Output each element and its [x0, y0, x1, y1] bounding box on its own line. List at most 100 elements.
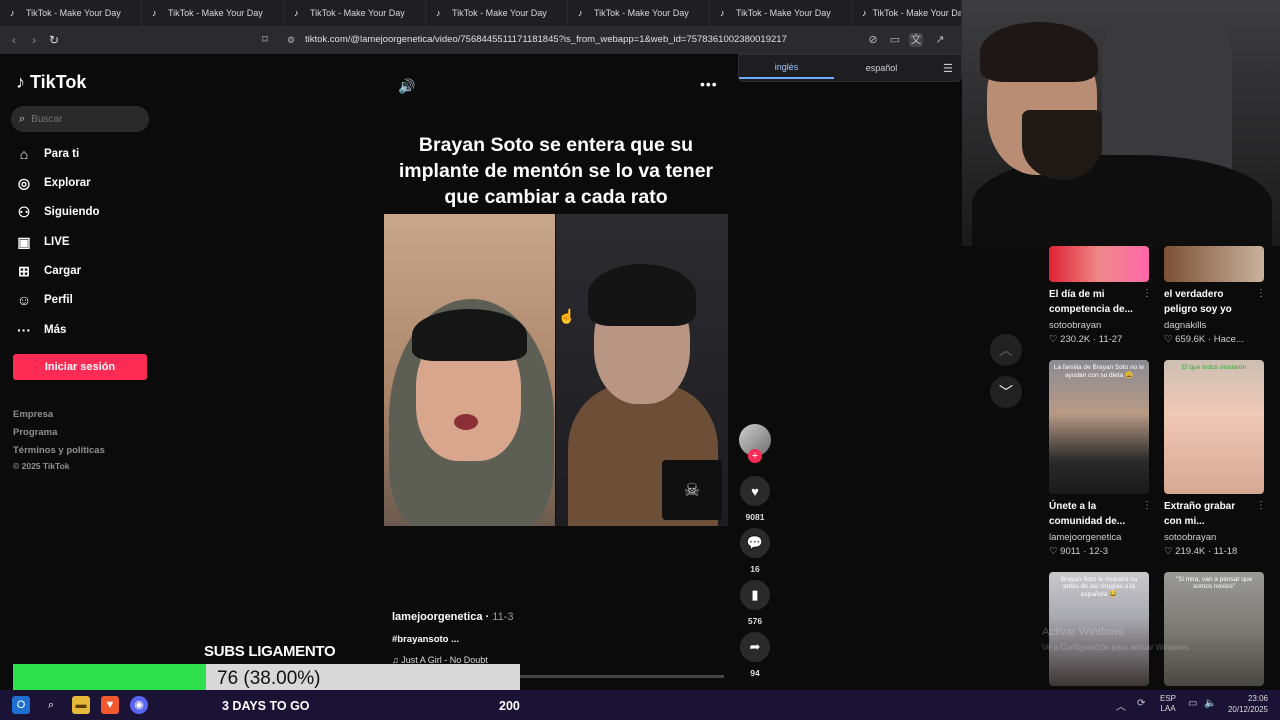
kebab-menu-icon[interactable]: ⋮	[1142, 288, 1152, 299]
back-icon[interactable]: ‹	[4, 30, 24, 50]
title-line: el verdadero	[1164, 289, 1224, 300]
sidebar-item-perfil[interactable]: ☺ Perfil	[16, 292, 73, 308]
reload-icon[interactable]: ↻	[44, 30, 64, 50]
login-button[interactable]: Iniciar sesión	[13, 354, 147, 380]
forward-icon[interactable]: ›	[24, 30, 44, 50]
browser-tab[interactable]: ♪ TikTok - Make Your Day	[142, 0, 284, 26]
bookmark-icon[interactable]: ⌑	[258, 33, 272, 47]
menu-icon[interactable]: ☰	[943, 62, 953, 75]
recommended-user[interactable]: dagnakills	[1164, 320, 1206, 331]
recommended-thumbnail[interactable]: El que todos olvidaron	[1164, 360, 1264, 494]
recommended-user[interactable]: sotoobrayan	[1049, 320, 1101, 331]
tracking-icon[interactable]: ⊘	[866, 33, 880, 47]
sidebar-item-explorar[interactable]: ◎ Explorar	[16, 175, 91, 191]
tab-title: TikTok - Make Your Day	[872, 8, 962, 18]
recommended-title[interactable]: El día de mi competencia de...	[1049, 287, 1153, 317]
video-author[interactable]: lamejoorgenetica · 11-3	[392, 611, 513, 623]
sidebar-item-live[interactable]: ▣ LIVE	[16, 234, 69, 250]
like-count: 9081	[745, 512, 765, 522]
search-icon[interactable]: ⌕	[42, 696, 60, 714]
chevron-down-icon: ﹀	[999, 384, 1013, 400]
video-player[interactable]: ☠	[384, 214, 728, 526]
footer-link-terms[interactable]: Términos y políticas	[13, 445, 105, 456]
sidebar-item-label: Cargar	[44, 265, 82, 277]
sidebar-item-label: Para ti	[44, 148, 80, 160]
sync-icon[interactable]: ⟳	[1137, 698, 1145, 709]
translate-option-english[interactable]: inglés	[739, 57, 834, 79]
video-hashtag[interactable]: #brayansoto ...	[392, 634, 459, 645]
translate-option-spanish[interactable]: español	[834, 58, 929, 78]
more-options-icon[interactable]: •••	[700, 76, 718, 92]
browser-tab[interactable]: ♪ TikTok - Make Your Day	[426, 0, 568, 26]
recommended-thumbnail[interactable]: "Si mira, van a pensar que somos novios"	[1164, 572, 1264, 686]
thumbnail-caption: Brayan Soto le muestra su antes de las c…	[1060, 576, 1138, 598]
video-frame-left	[384, 214, 555, 526]
sidebar-item-siguiendo[interactable]: ⚇ Siguiendo	[16, 204, 100, 220]
recommended-thumbnail[interactable]	[1049, 246, 1149, 282]
outlook-icon[interactable]: O	[12, 696, 30, 714]
tiktok-logo[interactable]: ♪ TikTok	[16, 72, 86, 93]
sidebar-item-cargar[interactable]: ⊞ Cargar	[16, 263, 81, 279]
like-count: 9011	[1060, 546, 1081, 557]
video-date: 11-27	[1098, 334, 1123, 345]
video-date: 11-18	[1213, 546, 1238, 557]
recommended-title[interactable]: el verdadero peligro soy yo	[1164, 287, 1268, 317]
monitor-icon[interactable]: ▭	[1188, 698, 1197, 709]
save-count: 576	[747, 616, 763, 626]
share-icon[interactable]: ↗	[933, 33, 947, 47]
recommended-title[interactable]: Únete a la comunidad de...	[1049, 499, 1153, 529]
brave-icon[interactable]: ▼	[101, 696, 119, 714]
speaker-icon[interactable]: 🔈	[1204, 698, 1216, 709]
input-language[interactable]: ESP LAA	[1160, 694, 1176, 714]
sidebar-item-label: Siguiendo	[44, 206, 100, 218]
translate-popup: inglés español ☰	[738, 54, 962, 82]
recommended-stats: ♡ 659.6K · Hace...	[1164, 334, 1244, 345]
cast-icon[interactable]: ▭	[888, 33, 902, 47]
recommended-user[interactable]: lamejoorgenetica	[1049, 532, 1121, 543]
kebab-menu-icon[interactable]: ⋮	[1256, 288, 1266, 299]
follow-plus-icon[interactable]: +	[748, 449, 762, 463]
like-button[interactable]: ♥ 9081	[740, 476, 770, 522]
search-icon: ⌕	[19, 112, 26, 125]
discord-icon[interactable]: ◉	[130, 696, 148, 714]
sidebar-item-para-ti[interactable]: ⌂ Para ti	[16, 146, 79, 162]
browser-tab[interactable]: ♪ TikTok - Make Your Day	[710, 0, 852, 26]
video-date: 12-3	[1089, 546, 1109, 557]
volume-icon[interactable]: 🔊	[398, 78, 415, 95]
footer-link-programa[interactable]: Programa	[13, 427, 57, 438]
save-button[interactable]: ▮ 576	[740, 580, 770, 626]
search-input[interactable]	[31, 113, 132, 125]
title-line: El día de mi	[1049, 289, 1105, 300]
site-info-icon[interactable]: ⚙	[284, 33, 298, 47]
recommended-user[interactable]: sotoobrayan	[1164, 532, 1216, 543]
recommended-thumbnail[interactable]	[1164, 246, 1264, 282]
kebab-menu-icon[interactable]: ⋮	[1256, 500, 1266, 511]
browser-tab[interactable]: ♪ TikTok - Make Your Day	[0, 0, 142, 26]
browser-tab[interactable]: ♪ TikTok - Make Your Day	[852, 0, 962, 26]
title-line: con mi...	[1164, 516, 1205, 527]
footer-link-empresa[interactable]: Empresa	[13, 409, 53, 420]
upload-icon: ⊞	[18, 263, 30, 279]
kebab-menu-icon[interactable]: ⋮	[1142, 500, 1152, 511]
tab-title: TikTok - Make Your Day	[452, 8, 547, 18]
subs-goal-label: SUBS LIGAMENTO	[204, 643, 336, 660]
translate-icon[interactable]: 文	[909, 33, 923, 47]
bookmark-icon: ▮	[740, 580, 770, 610]
system-clock[interactable]: 23:06 20/12/2025	[1218, 693, 1268, 715]
sidebar-item-mas[interactable]: ··· Más	[16, 322, 66, 338]
logo-text: TikTok	[30, 72, 87, 92]
video-date: Hace...	[1213, 334, 1244, 345]
browser-tab[interactable]: ♪ TikTok - Make Your Day	[284, 0, 426, 26]
next-video-button[interactable]: ﹀	[990, 376, 1022, 408]
address-bar[interactable]: tiktok.com/@lamejoorgenetica/video/75684…	[305, 34, 787, 45]
recommended-stats: ♡ 230.2K · 11-27	[1049, 334, 1123, 345]
share-button[interactable]: ➦ 94	[740, 632, 770, 678]
chevron-up-icon[interactable]: ︿	[1116, 698, 1126, 713]
comment-button[interactable]: 💬 16	[740, 528, 770, 574]
previous-video-button[interactable]: ︿	[990, 334, 1022, 366]
recommended-thumbnail[interactable]: La familia de Brayan Soto no le ayudan c…	[1049, 360, 1149, 494]
recommended-title[interactable]: Extraño grabar con mi...	[1164, 499, 1268, 529]
search-box[interactable]: ⌕	[11, 106, 149, 132]
browser-tab[interactable]: ♪ TikTok - Make Your Day	[568, 0, 710, 26]
folder-icon[interactable]: ▬	[72, 696, 90, 714]
